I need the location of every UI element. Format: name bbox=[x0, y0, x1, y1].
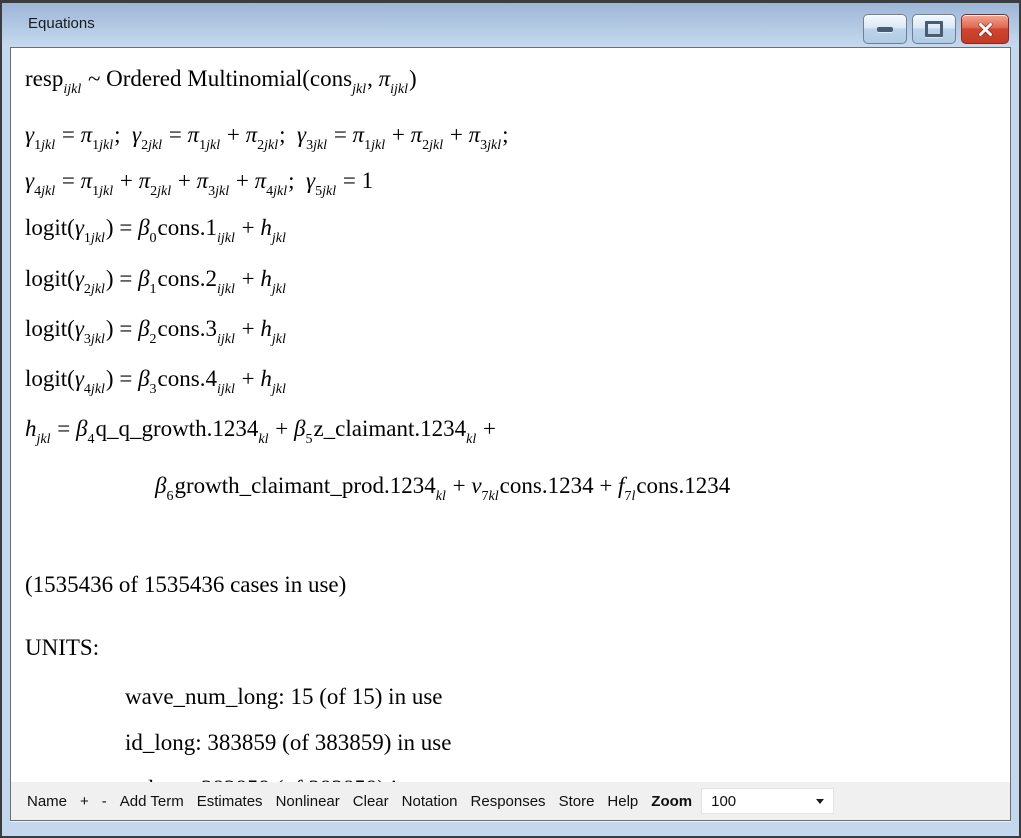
unit-line: n_long: 383859 (of 383859) in use bbox=[125, 774, 1004, 782]
toolbar-button-help[interactable]: Help bbox=[607, 793, 638, 810]
units-list: wave_num_long: 15 (of 15) in use id_long:… bbox=[25, 682, 1004, 782]
toolbar-button-add-term[interactable]: Add Term bbox=[120, 793, 184, 810]
toolbar-button-plus[interactable]: + bbox=[80, 793, 89, 810]
zoom-label: Zoom bbox=[651, 793, 692, 810]
zoom-select[interactable]: 100 bbox=[701, 788, 834, 814]
equations-pane: respijkl ~ Ordered Multinomial(consjkl, … bbox=[11, 48, 1010, 782]
equation-line[interactable]: γ1jkl = π1jkl; γ2jkl = π1jkl + π2jkl; γ3… bbox=[25, 120, 1004, 154]
title-bar[interactable]: Equations bbox=[2, 3, 1019, 47]
unit-line: wave_num_long: 15 (of 15) in use bbox=[125, 682, 1004, 712]
toolbar-button-nonlinear[interactable]: Nonlinear bbox=[276, 793, 340, 810]
equations-window: Equations respijkl ~ Ordered Multinomial… bbox=[0, 0, 1021, 838]
equations-list: respijkl ~ Ordered Multinomial(consjkl, … bbox=[25, 64, 1004, 505]
equation-line[interactable]: logit(γ3jkl) = β2cons.3ijkl + hjkl bbox=[25, 314, 1004, 348]
equation-line[interactable]: γ4jkl = π1jkl + π2jkl + π3jkl + π4jkl; γ… bbox=[25, 166, 1004, 200]
equation-line[interactable]: logit(γ2jkl) = β1cons.2ijkl + hjkl bbox=[25, 264, 1004, 298]
units-heading: UNITS: bbox=[25, 633, 1004, 663]
toolbar-button-name[interactable]: Name bbox=[27, 793, 67, 810]
close-icon bbox=[978, 23, 993, 36]
toolbar-button-clear[interactable]: Clear bbox=[353, 793, 389, 810]
equation-line[interactable]: logit(γ4jkl) = β3cons.4ijkl + hjkl bbox=[25, 364, 1004, 398]
toolbar-button-estimates[interactable]: Estimates bbox=[197, 793, 263, 810]
unit-line: id_long: 383859 (of 383859) in use bbox=[125, 728, 1004, 758]
window-frame: respijkl ~ Ordered Multinomial(consjkl, … bbox=[2, 47, 1019, 836]
minimize-icon bbox=[877, 27, 893, 32]
equation-line[interactable]: logit(γ1jkl) = β0cons.1ijkl + hjkl bbox=[25, 213, 1004, 247]
window-controls bbox=[863, 14, 1009, 44]
toolbar-buttons: Name +-Add Term Estimates Nonlinear Clear Not… bbox=[27, 793, 651, 810]
equation-line[interactable]: hjkl = β4q_q_growth.1234kl + β5z_claiman… bbox=[25, 414, 1004, 448]
toolbar-button-notation[interactable]: Notation bbox=[402, 793, 458, 810]
chevron-down-icon bbox=[816, 799, 824, 804]
maximize-button[interactable] bbox=[912, 14, 956, 44]
window-inner: respijkl ~ Ordered Multinomial(consjkl, … bbox=[10, 47, 1011, 821]
close-button[interactable] bbox=[961, 14, 1009, 44]
window-title: Equations bbox=[28, 15, 95, 32]
equation-line[interactable]: respijkl ~ Ordered Multinomial(consjkl, … bbox=[25, 64, 1004, 98]
bottom-toolbar: Name +-Add Term Estimates Nonlinear Clear Not… bbox=[11, 782, 1010, 820]
toolbar-button-responses[interactable]: Responses bbox=[471, 793, 546, 810]
toolbar-button-store[interactable]: Store bbox=[559, 793, 595, 810]
equation-line[interactable]: β6growth_claimant_prod.1234kl + v7klcons… bbox=[155, 471, 1004, 505]
minimize-button[interactable] bbox=[863, 14, 907, 44]
toolbar-button-minus[interactable]: - bbox=[102, 793, 107, 810]
zoom-value: 100 bbox=[711, 793, 816, 810]
restore-icon bbox=[925, 21, 943, 37]
cases-in-use-line: (1535436 of 1535436 cases in use) bbox=[25, 570, 1004, 600]
